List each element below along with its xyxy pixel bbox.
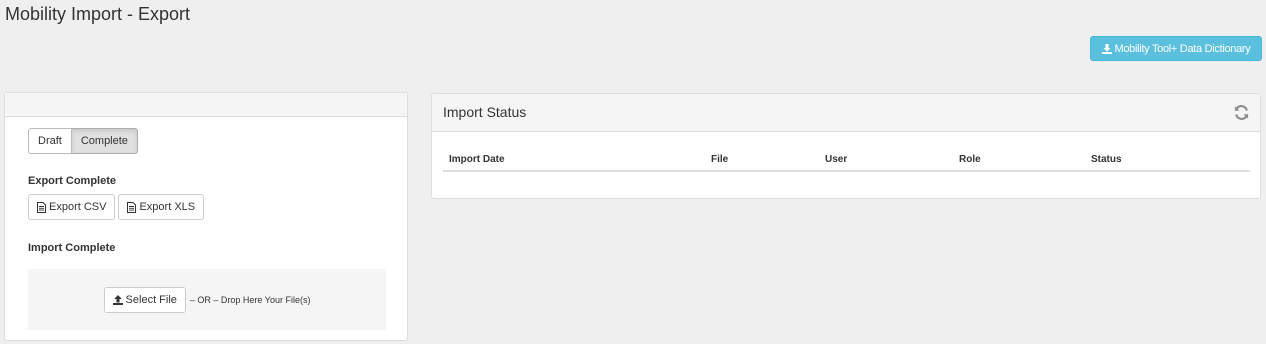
document-icon [127,201,137,213]
select-file-label: Select File [125,293,177,306]
column-header-file: File [705,149,819,172]
export-xls-button[interactable]: Export XLS [118,194,205,220]
import-status-table: Import Date File User Role Status [443,149,1250,172]
column-header-role: Role [953,149,1085,172]
column-header-status: Status [1085,149,1250,172]
column-header-user: User [819,149,953,172]
import-status-title: Import Status [443,104,527,120]
panel-heading [5,93,407,117]
import-export-panel: Draft Complete Export Complete Export CS… [4,92,408,341]
select-file-button[interactable]: Select File [103,286,186,313]
import-status-panel: Import Status Import Date File User Role… [431,93,1261,199]
page-title: Mobility Import - Export [5,4,191,24]
download-icon [1101,43,1112,54]
draft-complete-toggle: Draft Complete [28,128,138,154]
refresh-icon[interactable] [1233,104,1250,121]
export-buttons: Export CSV Export XLS [28,194,205,220]
import-section-label: Import Complete [28,242,116,254]
export-csv-button[interactable]: Export CSV [28,194,116,220]
complete-toggle-button[interactable]: Complete [71,128,138,154]
export-csv-label: Export CSV [49,201,107,213]
file-drop-zone[interactable]: Select File – OR – Drop Here Your File(s… [28,269,386,330]
table-header-row: Import Date File User Role Status [443,149,1250,172]
export-section-label: Export Complete [28,175,117,187]
drop-here-text: – OR – Drop Here Your File(s) [189,294,311,305]
data-dictionary-button[interactable]: Mobility Tool+ Data Dictionary [1090,36,1262,61]
document-icon [37,201,46,213]
import-status-heading: Import Status [432,94,1260,132]
export-xls-label: Export XLS [139,201,196,213]
data-dictionary-label: Mobility Tool+ Data Dictionary [1114,42,1251,55]
column-header-import-date: Import Date [443,149,705,172]
upload-icon [112,294,123,305]
draft-toggle-button[interactable]: Draft [28,128,72,154]
